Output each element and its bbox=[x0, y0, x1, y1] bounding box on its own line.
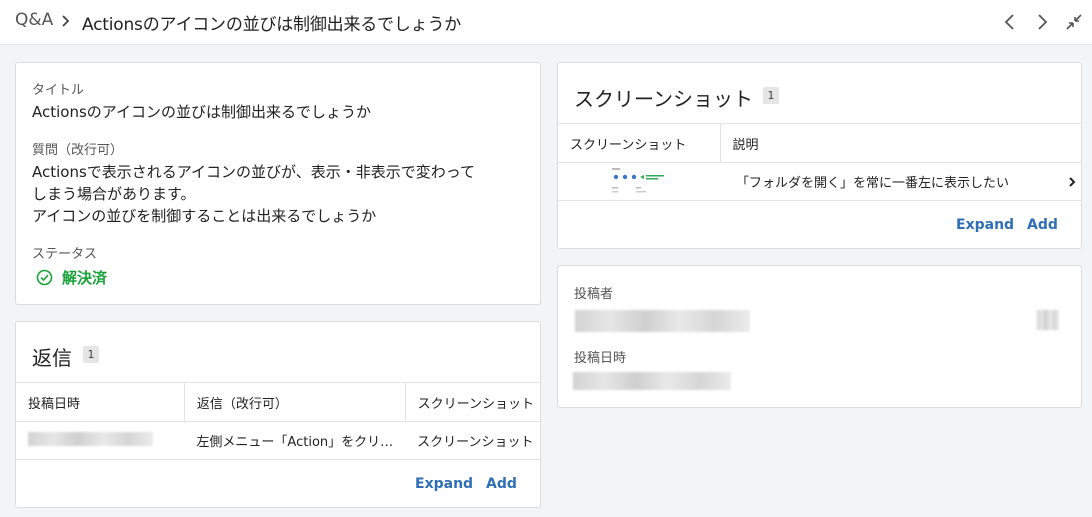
table-row[interactable]: 左側メニュー「Action」をクリ… スクリーンショット bbox=[16, 421, 540, 460]
description-text: 「フォルダを開く」を常に一番左に表示したい bbox=[736, 176, 1010, 191]
replies-title: 返信 bbox=[32, 346, 72, 370]
column-header-screenshot[interactable]: スクリーンショット bbox=[558, 123, 720, 163]
screenshots-add-button[interactable]: Add bbox=[1027, 217, 1058, 233]
table-header-row: スクリーンショット 説明 bbox=[558, 123, 1081, 163]
avatar bbox=[1037, 310, 1059, 330]
question-value: Actionsで表示されるアイコンの並びが、表示・非表示で変わって しまう場合が… bbox=[32, 161, 475, 227]
status-text: 解決済 bbox=[62, 269, 108, 287]
column-header-reply[interactable]: 返信（改行可） bbox=[183, 382, 406, 422]
screenshots-table: スクリーンショット 説明 「フォルダを開く」を常に一番左に表示したい bbox=[558, 123, 1081, 201]
table-header-row: 投稿日時 返信（改行可） スクリーンショット bbox=[16, 382, 540, 422]
replies-card: 返信 1 投稿日時 返信（改行可） スクリーンショット 左側メニュー「Actio… bbox=[15, 321, 541, 508]
redacted-posted-at bbox=[573, 372, 731, 390]
title-value: Actionsのアイコンの並びは制御出来るでしょうか bbox=[32, 103, 372, 121]
reply-cell: 左側メニュー「Action」をクリ… bbox=[184, 421, 406, 460]
screenshots-title: スクリーンショット bbox=[574, 87, 753, 111]
description-cell: 「フォルダを開く」を常に一番左に表示したい bbox=[720, 162, 1081, 201]
chevron-right-icon[interactable] bbox=[1067, 176, 1077, 188]
question-detail-card: タイトル Actionsのアイコンの並びは制御出来るでしょうか 質問（改行可） … bbox=[15, 62, 541, 305]
question-label: 質問（改行可） bbox=[32, 143, 124, 158]
question-line: しまう場合があります。 bbox=[32, 185, 196, 203]
status-label: ステータス bbox=[32, 247, 98, 262]
chevron-right-icon[interactable] bbox=[1031, 11, 1053, 33]
posted-at-label: 投稿日時 bbox=[574, 351, 627, 366]
check-circle-icon bbox=[36, 269, 53, 286]
column-header-description[interactable]: 説明 bbox=[719, 123, 1081, 163]
poster-card: 投稿者 投稿日時 bbox=[557, 265, 1082, 408]
title-label: タイトル bbox=[32, 83, 85, 98]
redacted-date bbox=[28, 431, 153, 446]
screenshot-cell: スクリーンショット bbox=[405, 421, 540, 460]
screenshot-thumbnail bbox=[608, 164, 670, 195]
redacted-poster-name bbox=[575, 310, 750, 332]
screenshots-count-badge: 1 bbox=[763, 87, 779, 104]
status-value: 解決済 bbox=[36, 267, 107, 288]
column-header-posted-at[interactable]: 投稿日時 bbox=[16, 382, 185, 422]
question-line: Actionsで表示されるアイコンの並びが、表示・非表示で変わって bbox=[32, 163, 475, 181]
replies-add-button[interactable]: Add bbox=[486, 476, 517, 492]
page-title: Actionsのアイコンの並びは制御出来るでしょうか bbox=[82, 15, 462, 35]
replies-table: 投稿日時 返信（改行可） スクリーンショット 左側メニュー「Action」をクリ… bbox=[16, 382, 540, 460]
collapse-icon[interactable] bbox=[1063, 11, 1085, 33]
screenshots-card: スクリーンショット 1 スクリーンショット 説明 「フォルダを開く」を常に一番左… bbox=[557, 62, 1082, 249]
breadcrumb-root[interactable]: Q&A bbox=[15, 10, 53, 30]
column-header-screenshot[interactable]: スクリーンショット bbox=[404, 382, 540, 422]
top-bar: Q&A Actionsのアイコンの並びは制御出来るでしょうか bbox=[0, 0, 1092, 45]
posted-at-cell bbox=[16, 421, 185, 460]
screenshot-thumbnail-cell[interactable] bbox=[558, 162, 720, 201]
table-row[interactable]: 「フォルダを開く」を常に一番左に表示したい bbox=[558, 162, 1081, 201]
chevron-left-icon[interactable] bbox=[999, 11, 1021, 33]
chevron-right-icon bbox=[62, 15, 70, 27]
question-line: アイコンの並びを制御することは出来るでしょうか bbox=[32, 207, 377, 225]
poster-label: 投稿者 bbox=[574, 287, 614, 302]
replies-expand-button[interactable]: Expand bbox=[415, 476, 473, 492]
screenshots-expand-button[interactable]: Expand bbox=[956, 217, 1014, 233]
replies-count-badge: 1 bbox=[83, 346, 99, 363]
